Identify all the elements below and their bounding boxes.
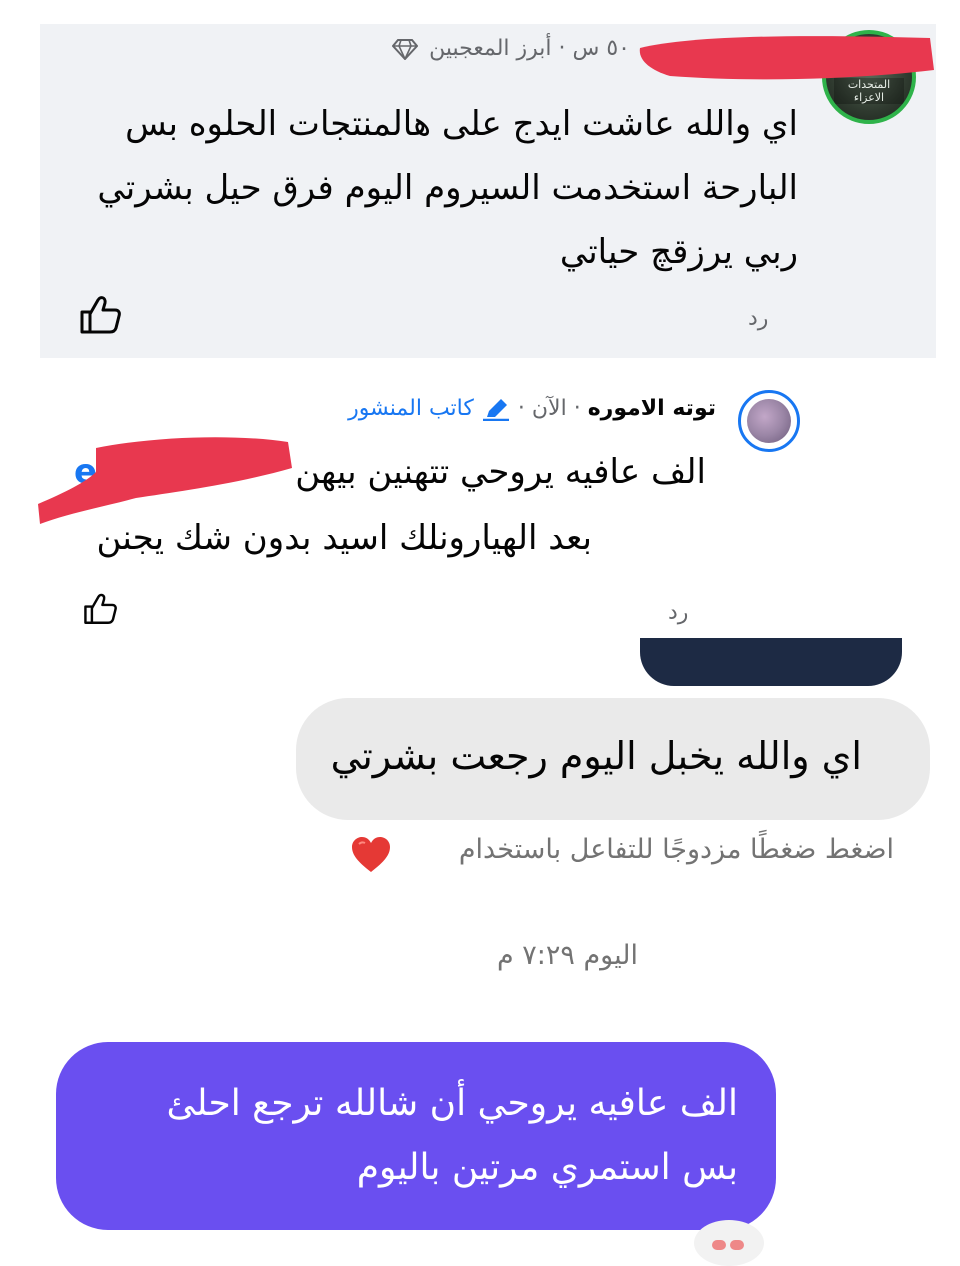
outgoing-line: الف عافيه يروحي أن شالله ترجع احلئ <box>166 1083 738 1124</box>
separator: · <box>517 396 525 421</box>
reply-link[interactable]: رد <box>748 306 768 331</box>
comment-body: اي والله عاشت ايدج على هالمنتجات الحلوه … <box>78 92 798 284</box>
comment-line: البارحة استخدمت السيروم اليوم فرق حيل بش… <box>97 168 798 208</box>
author-badge: كاتب المنشور <box>348 396 474 421</box>
thumbs-up-icon[interactable] <box>78 294 122 336</box>
comment-meta-text: ٥٠ س · أبرز المعجبين <box>429 36 630 61</box>
outgoing-message-bubble[interactable]: الف عافيه يروحي أن شالله ترجع احلئ بس اس… <box>56 1042 776 1230</box>
diamond-icon <box>392 39 419 60</box>
separator: · <box>573 396 581 421</box>
avatar-image <box>747 399 791 443</box>
reaction-badge[interactable] <box>694 1220 764 1266</box>
comment-header: توته الاموره · الآن · كاتب المنشور <box>348 396 716 422</box>
message-timestamp: اليوم ٧:٢٩ م <box>496 940 638 971</box>
comment-meta: ٥٠ س · أبرز المعجبين <box>388 36 630 61</box>
reaction-dot <box>730 1240 744 1250</box>
reply-link[interactable]: رد <box>668 600 688 625</box>
pencil-icon <box>482 399 509 422</box>
comment-line: الف عافيه يروحي تتهنين بيهن <box>295 452 706 492</box>
heart-icon <box>352 837 390 872</box>
outgoing-line: بس استمري مرتين باليوم <box>356 1147 738 1188</box>
author-avatar[interactable] <box>738 390 800 452</box>
author-name[interactable]: توته الاموره <box>588 396 716 421</box>
incoming-message-bubble[interactable]: اي والله يخبل اليوم رجعت بشرتي <box>296 698 930 820</box>
comment-time: الآن <box>531 396 567 421</box>
outgoing-message-text: الف عافيه يروحي أن شالله ترجع احلئ بس اس… <box>78 1072 738 1200</box>
redaction-mark <box>38 437 292 524</box>
redaction-mark <box>639 36 934 80</box>
thumbs-up-icon[interactable] <box>78 592 122 626</box>
reaction-dot <box>712 1240 726 1250</box>
comment-line: ربي يرزقچ حياتي <box>559 232 798 272</box>
comment-line: اي والله عاشت ايدج على هالمنتجات الحلوه … <box>125 104 798 144</box>
previous-message-bubble[interactable] <box>640 638 902 686</box>
reaction-hint: اضغط ضغطًا مزدوجًا للتفاعل باستخدام <box>458 834 894 865</box>
incoming-message-text: اي والله يخبل اليوم رجعت بشرتي <box>330 734 862 778</box>
